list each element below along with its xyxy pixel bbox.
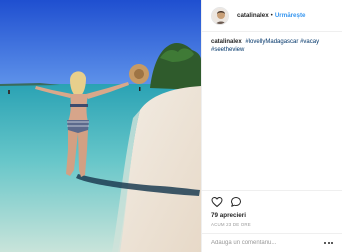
comment-form (202, 233, 342, 252)
post-header: catalinalex • Urmărește (202, 0, 342, 32)
post-photo[interactable] (0, 0, 201, 252)
username-link[interactable]: catalinalex (237, 12, 269, 19)
action-icons (211, 196, 242, 208)
caption-username[interactable]: catalinalex (211, 39, 242, 45)
more-options-icon[interactable] (324, 241, 334, 245)
follow-button[interactable]: Urmărește (275, 12, 306, 19)
separator-dot: • (270, 12, 273, 19)
comment-input[interactable] (211, 240, 323, 246)
heart-outline-icon[interactable] (211, 196, 223, 208)
speech-bubble-icon[interactable] (230, 196, 242, 208)
instagram-post: catalinalex • Urmărește catalinalex #lov… (0, 0, 342, 252)
likes-count[interactable]: 79 aprecieri (211, 212, 246, 219)
hashtag-link[interactable]: #vacay (300, 39, 319, 45)
hashtag-link[interactable]: #seetheview (211, 47, 244, 53)
avatar[interactable] (211, 6, 229, 25)
beach-photo (0, 0, 201, 252)
post-details-panel: catalinalex • Urmărește catalinalex #lov… (201, 0, 342, 252)
profile-picture (212, 7, 228, 24)
post-caption: catalinalex #lovellyMadagascar #vacay #s… (211, 38, 339, 54)
header-text: catalinalex • Urmărește (237, 12, 305, 19)
post-timestamp: ACUM 23 DE ORE (211, 222, 251, 227)
hashtag-link[interactable]: #lovellyMadagascar (245, 39, 298, 45)
